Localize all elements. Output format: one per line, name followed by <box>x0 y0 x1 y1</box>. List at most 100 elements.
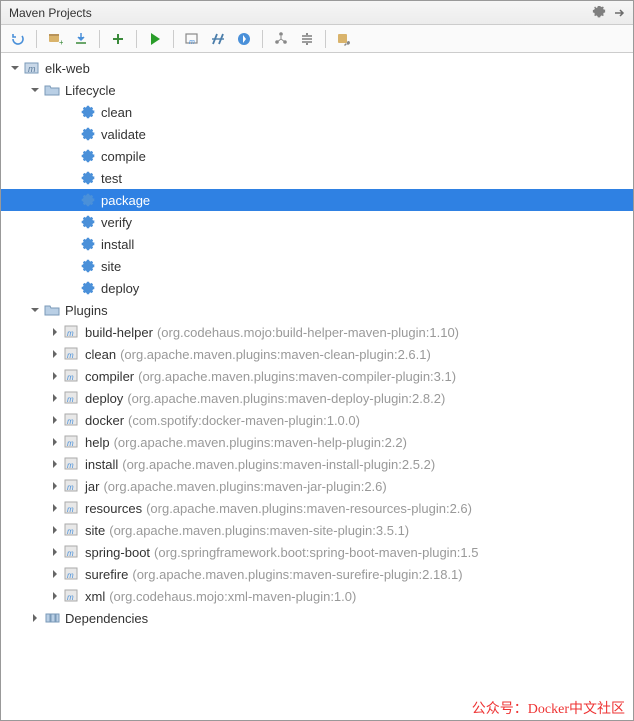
plugin-node-xml[interactable]: mxml(org.codehaus.mojo:xml-maven-plugin:… <box>1 585 633 607</box>
chevron-right-icon[interactable] <box>47 412 63 428</box>
chevron-down-icon[interactable] <box>27 302 43 318</box>
show-dependencies-button[interactable] <box>270 28 292 50</box>
plugin-node-install[interactable]: minstall(org.apache.maven.plugins:maven-… <box>1 453 633 475</box>
lifecycle-phase-deploy[interactable]: deploy <box>1 277 633 299</box>
svg-text:m: m <box>67 351 74 360</box>
plugin-node-docker[interactable]: mdocker(com.spotify:docker-maven-plugin:… <box>1 409 633 431</box>
gear-icon <box>79 235 97 253</box>
settings-button[interactable] <box>333 28 355 50</box>
plugin-name: surefire <box>85 567 128 582</box>
plugin-detail: (org.apache.maven.plugins:maven-surefire… <box>132 567 462 582</box>
plugin-node-help[interactable]: mhelp(org.apache.maven.plugins:maven-hel… <box>1 431 633 453</box>
lifecycle-phase-test[interactable]: test <box>1 167 633 189</box>
plugin-node-site[interactable]: msite(org.apache.maven.plugins:maven-sit… <box>1 519 633 541</box>
chevron-right-icon[interactable] <box>47 522 63 538</box>
run-button[interactable] <box>144 28 166 50</box>
plugin-node-clean[interactable]: mclean(org.apache.maven.plugins:maven-cl… <box>1 343 633 365</box>
gear-icon[interactable] <box>589 3 609 23</box>
chevron-right-icon[interactable] <box>47 544 63 560</box>
toolbar-separator <box>325 30 326 48</box>
toggle-skip-tests-button[interactable] <box>207 28 229 50</box>
plugin-detail: (org.apache.maven.plugins:maven-install-… <box>122 457 435 472</box>
plugin-name: compiler <box>85 369 134 384</box>
plugin-node-surefire[interactable]: m surefire (org.apache.maven.plugins:maven… <box>1 563 633 585</box>
add-button[interactable] <box>107 28 129 50</box>
phase-label: deploy <box>101 281 139 296</box>
folder-icon <box>43 301 61 319</box>
chevron-right-icon[interactable] <box>47 346 63 362</box>
plugin-icon: m <box>63 521 81 539</box>
plugin-icon: m <box>63 345 81 363</box>
svg-text:m: m <box>67 571 74 580</box>
plugin-name: clean <box>85 347 116 362</box>
dependencies-node[interactable]: Dependencies <box>1 607 633 629</box>
plugin-detail: (org.apache.maven.plugins:maven-resource… <box>146 501 472 516</box>
hide-icon[interactable] <box>609 3 629 23</box>
chevron-right-icon[interactable] <box>47 566 63 582</box>
chevron-right-icon[interactable] <box>47 368 63 384</box>
plugins-label: Plugins <box>65 303 108 318</box>
maven-tree[interactable]: m elk-web Lifecycle cleanvalidatecompile… <box>1 53 633 720</box>
plugin-node-jar[interactable]: mjar(org.apache.maven.plugins:maven-jar-… <box>1 475 633 497</box>
plugin-node-deploy[interactable]: mdeploy(org.apache.maven.plugins:maven-d… <box>1 387 633 409</box>
plugin-name: build-helper <box>85 325 153 340</box>
plugin-detail: (org.apache.maven.plugins:maven-help-plu… <box>114 435 407 450</box>
project-node[interactable]: m elk-web <box>1 57 633 79</box>
lifecycle-node[interactable]: Lifecycle <box>1 79 633 101</box>
svg-text:m: m <box>67 329 74 338</box>
lifecycle-phase-compile[interactable]: compile <box>1 145 633 167</box>
plugin-node-compiler[interactable]: mcompiler(org.apache.maven.plugins:maven… <box>1 365 633 387</box>
gear-icon <box>79 103 97 121</box>
plugins-node[interactable]: Plugins <box>1 299 633 321</box>
svg-text:m: m <box>67 461 74 470</box>
watermark-text: 公众号：Docker中文社区 <box>472 698 625 718</box>
toggle-offline-button[interactable] <box>233 28 255 50</box>
svg-text:m: m <box>67 483 74 492</box>
plugin-detail: (org.springframework.boot:spring-boot-ma… <box>154 545 478 560</box>
chevron-right-icon[interactable] <box>47 434 63 450</box>
toolbar-separator <box>36 30 37 48</box>
collapse-all-button[interactable] <box>296 28 318 50</box>
phase-label: verify <box>101 215 132 230</box>
chevron-right-icon[interactable] <box>47 456 63 472</box>
chevron-down-icon[interactable] <box>27 82 43 98</box>
gear-icon <box>79 279 97 297</box>
plugin-node-build-helper[interactable]: mbuild-helper(org.codehaus.mojo:build-he… <box>1 321 633 343</box>
plugin-node-resources[interactable]: mresources(org.apache.maven.plugins:mave… <box>1 497 633 519</box>
lifecycle-phase-validate[interactable]: validate <box>1 123 633 145</box>
lifecycle-label: Lifecycle <box>65 83 116 98</box>
plugin-icon: m <box>63 455 81 473</box>
refresh-button[interactable] <box>7 28 29 50</box>
lifecycle-phase-clean[interactable]: clean <box>1 101 633 123</box>
plugin-node-spring-boot[interactable]: mspring-boot(org.springframework.boot:sp… <box>1 541 633 563</box>
plugin-icon: m <box>63 389 81 407</box>
download-sources-button[interactable] <box>70 28 92 50</box>
gear-icon <box>79 169 97 187</box>
chevron-down-icon[interactable] <box>7 60 23 76</box>
toolbar: + m <box>1 25 633 53</box>
add-project-button[interactable]: + <box>44 28 66 50</box>
toolbar-separator <box>136 30 137 48</box>
chevron-right-icon[interactable] <box>47 500 63 516</box>
lifecycle-phase-install[interactable]: install <box>1 233 633 255</box>
chevron-right-icon[interactable] <box>47 390 63 406</box>
gear-icon <box>79 213 97 231</box>
phase-label: clean <box>101 105 132 120</box>
plugin-detail: (org.apache.maven.plugins:maven-compiler… <box>138 369 456 384</box>
plugin-name: docker <box>85 413 124 428</box>
chevron-right-icon[interactable] <box>47 588 63 604</box>
svg-text:m: m <box>67 593 74 602</box>
chevron-right-icon[interactable] <box>27 610 43 626</box>
execute-goal-button[interactable]: m <box>181 28 203 50</box>
lifecycle-phase-site[interactable]: site <box>1 255 633 277</box>
project-label: elk-web <box>45 61 90 76</box>
plugin-detail: (org.apache.maven.plugins:maven-site-plu… <box>109 523 409 538</box>
dependencies-label: Dependencies <box>65 611 148 626</box>
svg-text:m: m <box>67 505 74 514</box>
chevron-right-icon[interactable] <box>47 324 63 340</box>
lifecycle-phase-package[interactable]: package <box>1 189 633 211</box>
gear-icon <box>79 147 97 165</box>
svg-text:m: m <box>67 549 74 558</box>
chevron-right-icon[interactable] <box>47 478 63 494</box>
lifecycle-phase-verify[interactable]: verify <box>1 211 633 233</box>
